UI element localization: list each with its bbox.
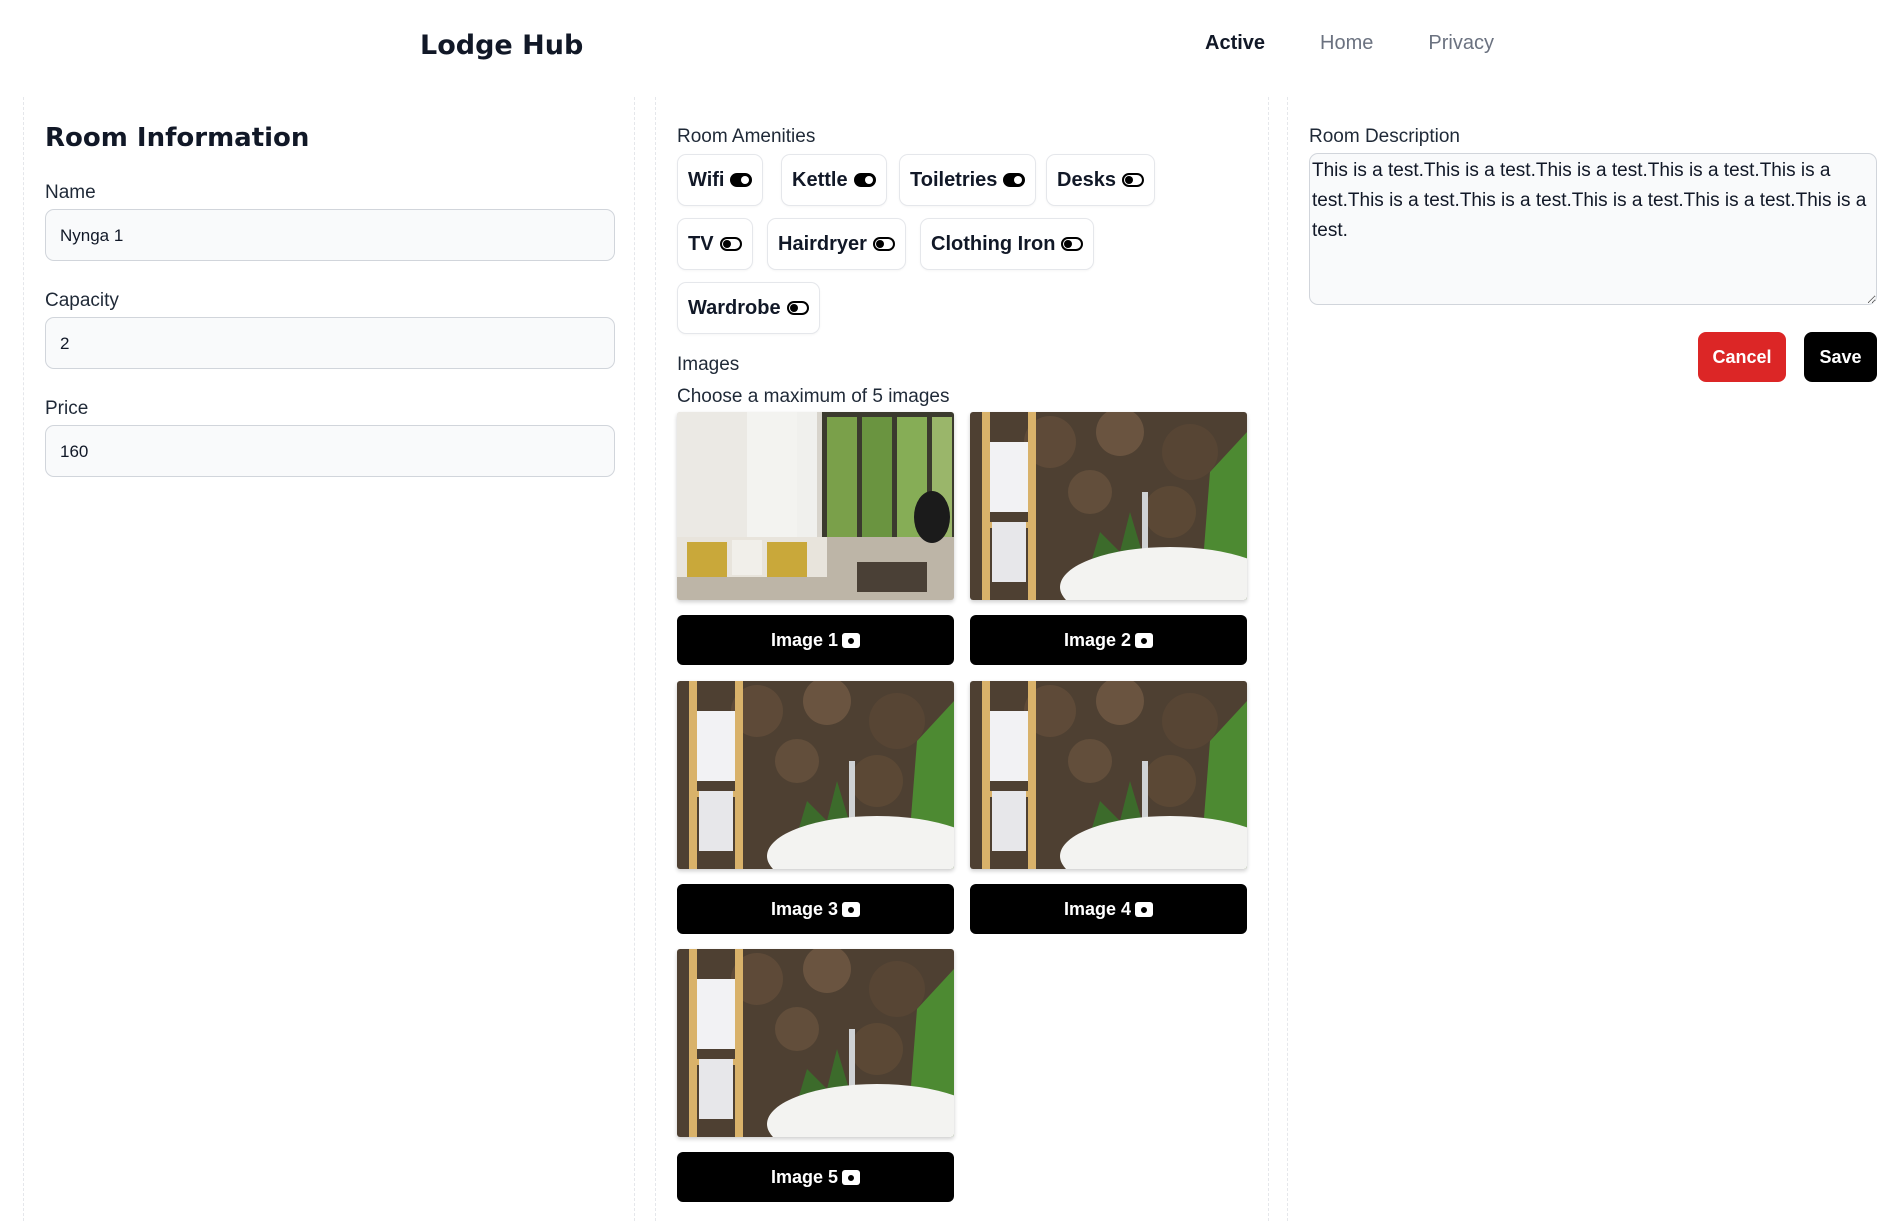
amenity-label: Wifi [688,168,725,191]
toggle-off-icon [786,301,809,315]
amenity-label: Desks [1057,168,1116,191]
image-button-label: Image 2 [1063,629,1132,650]
price-input[interactable]: 160 [45,425,615,477]
description-panel: Room Description This is a test.This is … [1287,97,1889,1221]
capacity-input[interactable]: 2 [45,317,615,369]
images-hint: Choose a maximum of 5 images [677,386,950,407]
image-3-button[interactable]: Image 3 [677,884,954,934]
description-textarea[interactable]: This is a test.This is a test.This is a … [1309,153,1877,305]
description-label: Room Description [1309,126,1460,147]
name-input[interactable]: Nynga 1 [45,209,615,261]
nav-link-privacy[interactable]: Privacy [1428,32,1494,55]
amenity-wifi[interactable]: Wifi [677,154,764,206]
top-navbar: Lodge Hub Active Home Privacy [0,0,1889,90]
nav-links: Active Home Privacy [1205,32,1494,55]
image-5-thumbnail [677,949,954,1137]
amenity-label: Toiletries [910,168,998,191]
amenity-toiletries[interactable]: Toiletries [899,154,1037,206]
amenity-label: Clothing Iron [931,232,1056,255]
camera-icon [1135,632,1154,648]
brand-logo[interactable]: Lodge Hub [420,30,583,61]
image-2-thumbnail [970,412,1247,600]
nav-link-active[interactable]: Active [1205,32,1265,55]
images-label: Images [677,354,740,375]
toggle-off-icon [1061,237,1084,251]
image-button-label: Image 1 [770,629,839,650]
cancel-button[interactable]: Cancel [1698,332,1786,382]
amenity-kettle[interactable]: Kettle [781,154,887,206]
amenity-label: Kettle [792,168,848,191]
amenity-tv[interactable]: TV [677,218,753,270]
amenity-hairdryer[interactable]: Hairdryer [767,218,906,270]
nav-link-home[interactable]: Home [1320,32,1373,55]
image-button-label: Image 3 [770,898,839,919]
name-label: Name [45,182,96,203]
save-button[interactable]: Save [1804,332,1877,382]
amenity-label: Wardrobe [688,296,781,319]
image-4-thumbnail [970,681,1247,869]
amenity-clothing-iron[interactable]: Clothing Iron [920,218,1095,270]
amenities-images-panel: Room Amenities Wifi Kettle Toiletries De… [655,97,1269,1221]
toggle-on-icon [853,173,876,187]
image-4-button[interactable]: Image 4 [970,884,1247,934]
capacity-label: Capacity [45,290,119,311]
amenity-wardrobe[interactable]: Wardrobe [677,282,820,334]
amenities-label: Room Amenities [677,126,816,147]
amenity-desks[interactable]: Desks [1046,154,1155,206]
camera-icon [1135,901,1154,917]
toggle-off-icon [1121,173,1144,187]
toggle-off-icon [872,237,895,251]
camera-icon [842,901,861,917]
room-info-panel: Room Information Name Nynga 1 Capacity 2… [23,97,635,1221]
image-1-thumbnail [677,412,954,600]
camera-icon [842,1169,861,1185]
image-2-button[interactable]: Image 2 [970,615,1247,665]
amenity-label: Hairdryer [778,232,867,255]
amenity-label: TV [688,232,714,255]
toggle-on-icon [730,173,753,187]
room-info-title: Room Information [45,123,310,153]
toggle-on-icon [1003,173,1026,187]
image-5-button[interactable]: Image 5 [677,1152,954,1202]
image-button-label: Image 5 [770,1166,839,1187]
image-1-button[interactable]: Image 1 [677,615,954,665]
toggle-off-icon [719,237,742,251]
camera-icon [842,632,861,648]
image-3-thumbnail [677,681,954,869]
price-label: Price [45,398,89,419]
image-button-label: Image 4 [1063,898,1132,919]
